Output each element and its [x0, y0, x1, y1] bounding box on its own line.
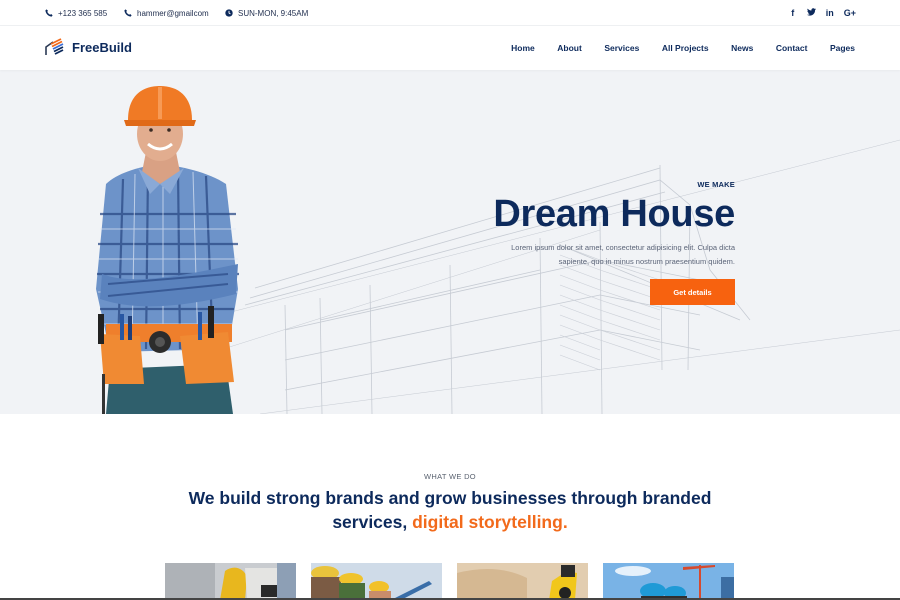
section-title-accent: digital storytelling.: [412, 512, 568, 532]
hero-eyebrow: WE MAKE: [697, 180, 735, 189]
nav-news[interactable]: News: [731, 43, 753, 53]
linkedin-icon[interactable]: in: [826, 8, 834, 18]
house-logo-icon: [45, 38, 64, 55]
nav-all-projects[interactable]: All Projects: [662, 43, 709, 53]
clock-icon: [225, 9, 233, 17]
main-header: FreeBuild Home About Services All Projec…: [0, 26, 900, 70]
hero-description-line-2: sapiente, quo in minus nostrum praesenti…: [558, 257, 735, 266]
email-info: hammer@gmailcom: [124, 0, 209, 26]
hero-content: WE MAKE Dream House Lorem ipsum dolor si…: [435, 180, 735, 269]
section-title: We build strong brands and grow business…: [0, 486, 900, 534]
hero-title: Dream House: [493, 193, 735, 235]
main-nav: Home About Services All Projects News Co…: [489, 26, 855, 70]
email-address[interactable]: hammer@gmailcom: [137, 9, 209, 18]
nav-pages[interactable]: Pages: [830, 43, 855, 53]
nav-services[interactable]: Services: [604, 43, 639, 53]
hours-info: SUN-MON, 9:45AM: [225, 0, 308, 26]
phone-info: +123 365 585: [45, 0, 107, 26]
hero-description-line-1: Lorem ipsum dolor sit amet, consectetur …: [511, 243, 735, 252]
hero-section: WE MAKE Dream House Lorem ipsum dolor si…: [0, 70, 900, 414]
social-links: f in G+: [789, 0, 856, 26]
crane-workers-thumb[interactable]: [603, 563, 734, 600]
nav-contact[interactable]: Contact: [776, 43, 808, 53]
worker-tools-thumb[interactable]: [165, 563, 296, 600]
section-title-line-1: We build strong brands and grow business…: [188, 488, 712, 508]
phone-icon: [45, 9, 53, 17]
google-plus-icon[interactable]: G+: [844, 8, 856, 18]
facebook-icon[interactable]: f: [789, 8, 797, 18]
engineers-hardhats-thumb[interactable]: [311, 563, 442, 600]
section-title-line-2: services,: [332, 512, 413, 532]
excavator-thumb[interactable]: [457, 563, 588, 600]
get-details-button[interactable]: Get details: [650, 279, 735, 305]
brand-name: FreeBuild: [72, 39, 132, 55]
construction-worker-image: [96, 86, 239, 414]
hero-description: Lorem ipsum dolor sit amet, consectetur …: [435, 241, 735, 269]
section-eyebrow: WHAT WE DO: [424, 472, 476, 481]
what-we-do-section: WHAT WE DO We build strong brands and gr…: [0, 472, 900, 534]
phone-number: +123 365 585: [58, 8, 108, 18]
nav-home[interactable]: Home: [511, 43, 535, 53]
service-thumbnails: [165, 563, 734, 600]
twitter-icon[interactable]: [806, 8, 816, 18]
brand-logo[interactable]: FreeBuild: [44, 38, 132, 56]
phone-icon: [124, 9, 132, 17]
nav-about[interactable]: About: [557, 43, 582, 53]
opening-hours: SUN-MON, 9:45AM: [238, 8, 309, 18]
top-info-bar: +123 365 585 hammer@gmailcom SUN-MON, 9:…: [0, 0, 900, 26]
